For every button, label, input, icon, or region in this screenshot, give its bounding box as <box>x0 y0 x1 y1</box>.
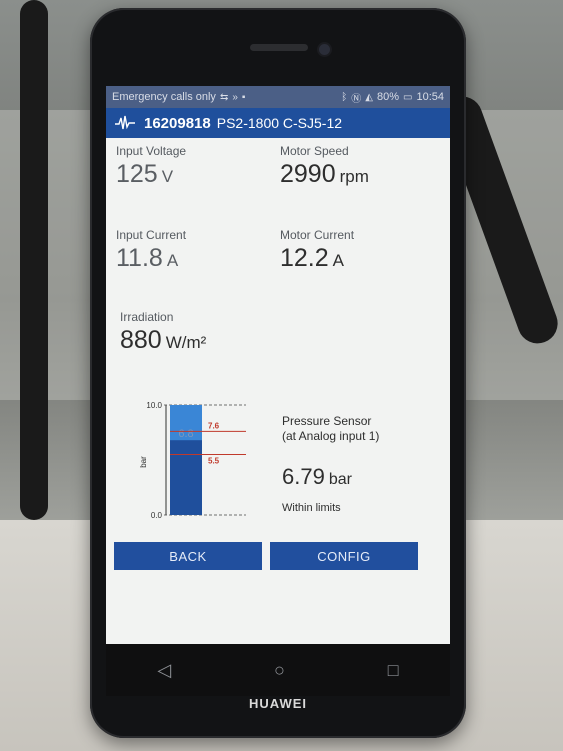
battery-icon: ▭ <box>403 91 413 103</box>
metric-value: 2990 <box>280 160 336 188</box>
metric-value: 12.2 <box>280 244 329 272</box>
carrier-text: Emergency calls only <box>112 91 216 103</box>
metric-label: Motor Current <box>280 228 355 242</box>
metric-value: 125 <box>116 160 158 188</box>
earpiece-speaker <box>250 44 308 51</box>
usb-icon: ⇆ <box>219 91 229 103</box>
gauge-fill-bar <box>170 440 202 515</box>
back-button[interactable]: BACK <box>114 542 262 570</box>
pressure-subtitle: (at Analog input 1) <box>282 429 380 443</box>
phone-body: Emergency calls only ⇆ » ▪ ᛒ Ⓝ ◭ 80% ▭ 1… <box>90 8 466 738</box>
battery-percent: 80% <box>376 91 400 103</box>
bar-value-label: 6.8 <box>178 428 193 440</box>
metric-unit: A <box>166 251 179 270</box>
metric-label: Motor Speed <box>280 144 349 158</box>
upper-threshold-label: 7.6 <box>208 421 220 430</box>
metric-label: Input Current <box>116 228 187 242</box>
app-bar: 16209818 PS2-1800 C-SJ5-12 <box>106 108 450 138</box>
motor-speed-metric: Motor Speed 2990 rpm <box>280 144 369 189</box>
status-bar: Emergency calls only ⇆ » ▪ ᛒ Ⓝ ◭ 80% ▭ 1… <box>106 86 450 108</box>
forward-icon: » <box>232 91 238 103</box>
input-voltage-metric: Input Voltage 125 V <box>116 144 186 189</box>
bluetooth-icon: ᛒ <box>341 91 348 103</box>
metric-label: Input Voltage <box>116 144 187 158</box>
button-bar: BACK CONFIG <box>106 532 450 592</box>
signal-icon: ◭ <box>365 91 373 103</box>
device-model: PS2-1800 C-SJ5-12 <box>216 115 343 131</box>
background-cable <box>20 0 48 520</box>
phone-screen: Emergency calls only ⇆ » ▪ ᛒ Ⓝ ◭ 80% ▭ 1… <box>106 86 450 644</box>
device-serial: 16209818 <box>144 114 211 132</box>
motor-current-metric: Motor Current 12.2 A <box>280 228 354 273</box>
waveform-logo-icon <box>115 115 135 130</box>
metric-value: 11.8 <box>116 244 163 272</box>
nav-home-icon[interactable]: ○ <box>274 660 285 681</box>
pressure-status: Within limits <box>282 502 341 514</box>
y-axis-label: bar <box>140 456 148 468</box>
pressure-sensor-panel: Pressure Sensor (at Analog input 1) 6.79… <box>282 414 379 514</box>
nfc-icon: Ⓝ <box>351 93 362 105</box>
device-brand-logo: HUAWEI <box>249 696 307 711</box>
config-button[interactable]: CONFIG <box>270 542 418 570</box>
metric-unit: A <box>332 251 345 270</box>
system-nav-bar: ◁ ○ □ <box>106 644 450 696</box>
pressure-unit: bar <box>328 471 352 488</box>
metric-value: 880 <box>120 326 162 354</box>
metric-unit: W/m² <box>165 333 207 352</box>
input-current-metric: Input Current 11.8 A <box>116 228 186 273</box>
tick-label-max: 10.0 <box>146 401 162 410</box>
metric-unit: V <box>161 167 174 186</box>
metric-unit: rpm <box>339 167 369 186</box>
front-camera <box>319 44 330 55</box>
app-notification-icon: ▪ <box>241 91 246 103</box>
irradiation-metric: Irradiation 880 W/m² <box>120 310 206 355</box>
nav-recents-icon[interactable]: □ <box>388 660 399 681</box>
pressure-title: Pressure Sensor <box>282 414 372 428</box>
tick-label-min: 0.0 <box>151 511 163 520</box>
pressure-value: 6.79 <box>282 464 325 489</box>
measurements-panel: Input Voltage 125 V Motor Speed 2990 rpm I… <box>106 138 450 584</box>
lower-threshold-label: 5.5 <box>208 457 220 466</box>
metric-label: Irradiation <box>120 310 174 324</box>
pressure-gauge-chart: bar 10.0 0.0 6.8 7.6 5.5 <box>140 401 246 520</box>
nav-back-icon[interactable]: ◁ <box>157 660 171 681</box>
clock: 10:54 <box>416 91 444 103</box>
